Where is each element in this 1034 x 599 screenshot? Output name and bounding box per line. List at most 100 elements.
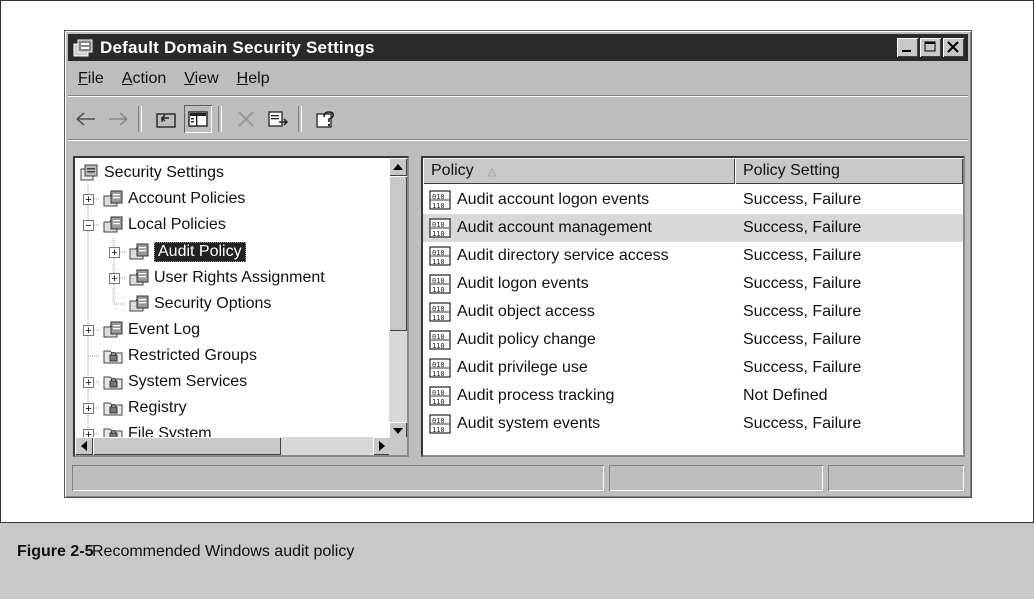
forward-arrow-icon xyxy=(109,112,128,126)
expand-event-log-button[interactable]: + xyxy=(83,325,94,337)
tree-item-label: Security Settings xyxy=(104,164,225,181)
expand-audit-policy-button[interactable]: + xyxy=(109,247,120,259)
svg-text:010: 010 xyxy=(432,221,445,229)
tree-item-security-options[interactable]: Security Options xyxy=(129,291,271,317)
policy-folder-icon xyxy=(129,269,149,286)
tree-item-local-policies[interactable]: Local Policies xyxy=(103,212,226,238)
tree-item-restricted-groups[interactable]: Restricted Groups xyxy=(103,343,257,369)
audit-policy-icon: 010110 xyxy=(429,330,451,350)
status-panel xyxy=(828,465,964,491)
audit-policy-icon: 010110 xyxy=(429,274,451,294)
menu-view-rest: iew xyxy=(194,70,219,87)
policy-name: Audit logon events xyxy=(457,275,589,292)
tree-vertical-scroll-thumb[interactable] xyxy=(389,176,407,331)
tree-vertical-scrollbar[interactable] xyxy=(389,158,407,440)
tree-item-user-rights-assignment[interactable]: User Rights Assignment xyxy=(129,265,325,291)
up-one-level-button[interactable] xyxy=(152,105,180,133)
console-tree-content: Security Settings + Account Policies − L… xyxy=(75,158,391,440)
menu-action[interactable]: Action xyxy=(122,70,166,88)
menu-bar: File Action View Help xyxy=(68,63,968,96)
audit-policy-icon: 010110 xyxy=(429,358,451,378)
policy-row[interactable]: 010 110 Audit system events Success, Fail… xyxy=(423,410,963,438)
tree-horizontal-scroll-thumb[interactable] xyxy=(93,437,281,455)
secure-folder-icon xyxy=(103,350,123,364)
policy-name: Audit directory service access xyxy=(457,247,669,264)
policy-row[interactable]: 010 110 Audit object access Success, Fail… xyxy=(423,298,963,326)
title-bar[interactable]: Default Domain Security Settings xyxy=(68,34,968,61)
show-hide-tree-button[interactable] xyxy=(184,105,212,133)
collapse-local-policies-button[interactable]: − xyxy=(83,220,94,232)
audit-policy-icon: 010110 xyxy=(429,386,451,406)
policy-row[interactable]: 010 110 Audit process tracking Not Define… xyxy=(423,382,963,410)
tree-item-label: Audit Policy xyxy=(154,242,246,262)
figure-label: Figure 2-5 xyxy=(17,543,94,560)
svg-text:010: 010 xyxy=(432,389,445,397)
tree-item-event-log[interactable]: Event Log xyxy=(103,317,200,343)
toolbar-separator xyxy=(298,106,302,132)
tree-item-system-services[interactable]: System Services xyxy=(103,369,247,395)
policy-row[interactable]: 010 110 Audit directory service access Su… xyxy=(423,242,963,270)
delete-button[interactable] xyxy=(232,105,260,133)
tree-item-label: Local Policies xyxy=(128,216,226,233)
svg-text:010: 010 xyxy=(432,305,445,313)
policy-setting: Success, Failure xyxy=(743,247,862,264)
window-title: Default Domain Security Settings xyxy=(100,37,375,57)
back-button[interactable] xyxy=(72,105,100,133)
tree-horizontal-scrollbar[interactable] xyxy=(75,437,391,455)
expand-registry-button[interactable]: + xyxy=(83,403,94,415)
policy-name: Audit object access xyxy=(457,303,595,320)
toolbar-separator xyxy=(218,106,222,132)
sort-ascending-icon: △ xyxy=(487,165,497,178)
secure-folder-icon xyxy=(103,402,123,416)
column-header-policy[interactable]: Policy △ xyxy=(423,158,735,184)
audit-policy-icon: 010110 xyxy=(429,190,451,210)
menu-view[interactable]: View xyxy=(184,70,218,88)
help-button[interactable] xyxy=(312,105,340,133)
policy-row[interactable]: 010 110 Audit policy change Success, Fail… xyxy=(423,326,963,354)
menu-file[interactable]: File xyxy=(78,70,104,88)
security-settings-icon xyxy=(80,164,98,181)
secure-folder-icon xyxy=(103,376,123,390)
tree-item-security-settings[interactable]: Security Settings xyxy=(79,160,224,186)
policy-row[interactable]: 010 110 Audit logon events Success, Failu… xyxy=(423,270,963,298)
policy-name: Audit privilege use xyxy=(457,359,588,376)
policy-folder-icon xyxy=(103,190,123,207)
policy-row[interactable]: 010 110 Audit account management Success,… xyxy=(423,214,963,242)
triangle-up-icon xyxy=(393,164,403,170)
svg-text:110: 110 xyxy=(432,342,445,350)
policy-name: Audit account logon events xyxy=(457,191,650,208)
scrollbar-corner xyxy=(389,437,407,455)
scroll-up-button[interactable] xyxy=(389,158,407,176)
expand-account-policies-button[interactable]: + xyxy=(83,194,94,206)
details-pane[interactable]: Policy △ Policy Setting 010 110 Audit acc… xyxy=(421,156,965,457)
minimize-button[interactable] xyxy=(897,38,918,57)
export-list-icon xyxy=(268,111,289,127)
tree-item-label: Event Log xyxy=(128,321,201,338)
column-header-label: Policy xyxy=(431,162,474,179)
export-list-button[interactable] xyxy=(264,105,292,133)
expand-user-rights-button[interactable]: + xyxy=(109,273,120,285)
scroll-left-button[interactable] xyxy=(75,437,93,455)
policy-row[interactable]: 010 110 Audit privilege use Success, Fail… xyxy=(423,354,963,382)
console-tree[interactable]: Security Settings + Account Policies − L… xyxy=(73,156,409,457)
mmc-window: Default Domain Security Settings File Ac… xyxy=(64,30,972,498)
tree-item-registry[interactable]: Registry xyxy=(103,395,187,421)
forward-button[interactable] xyxy=(104,105,132,133)
svg-text:010: 010 xyxy=(432,193,445,201)
menu-action-rest: ction xyxy=(132,70,167,87)
svg-text:110: 110 xyxy=(432,286,445,294)
triangle-right-icon xyxy=(379,441,385,451)
triangle-down-icon xyxy=(393,428,403,434)
menu-help-mnemonic: H xyxy=(236,70,249,87)
menu-view-mnemonic: V xyxy=(184,70,195,87)
policy-row[interactable]: 010 110 Audit account logon events Succes… xyxy=(423,186,963,214)
tree-item-label: Restricted Groups xyxy=(128,347,257,364)
tree-item-account-policies[interactable]: Account Policies xyxy=(103,186,245,212)
close-button[interactable] xyxy=(943,38,964,57)
expand-system-services-button[interactable]: + xyxy=(83,377,94,389)
menu-help[interactable]: Help xyxy=(237,70,270,88)
status-panel xyxy=(609,465,823,491)
maximize-button[interactable] xyxy=(920,38,941,57)
column-header-policy-setting[interactable]: Policy Setting xyxy=(735,158,963,184)
tree-item-audit-policy[interactable]: Audit Policy xyxy=(129,239,246,265)
